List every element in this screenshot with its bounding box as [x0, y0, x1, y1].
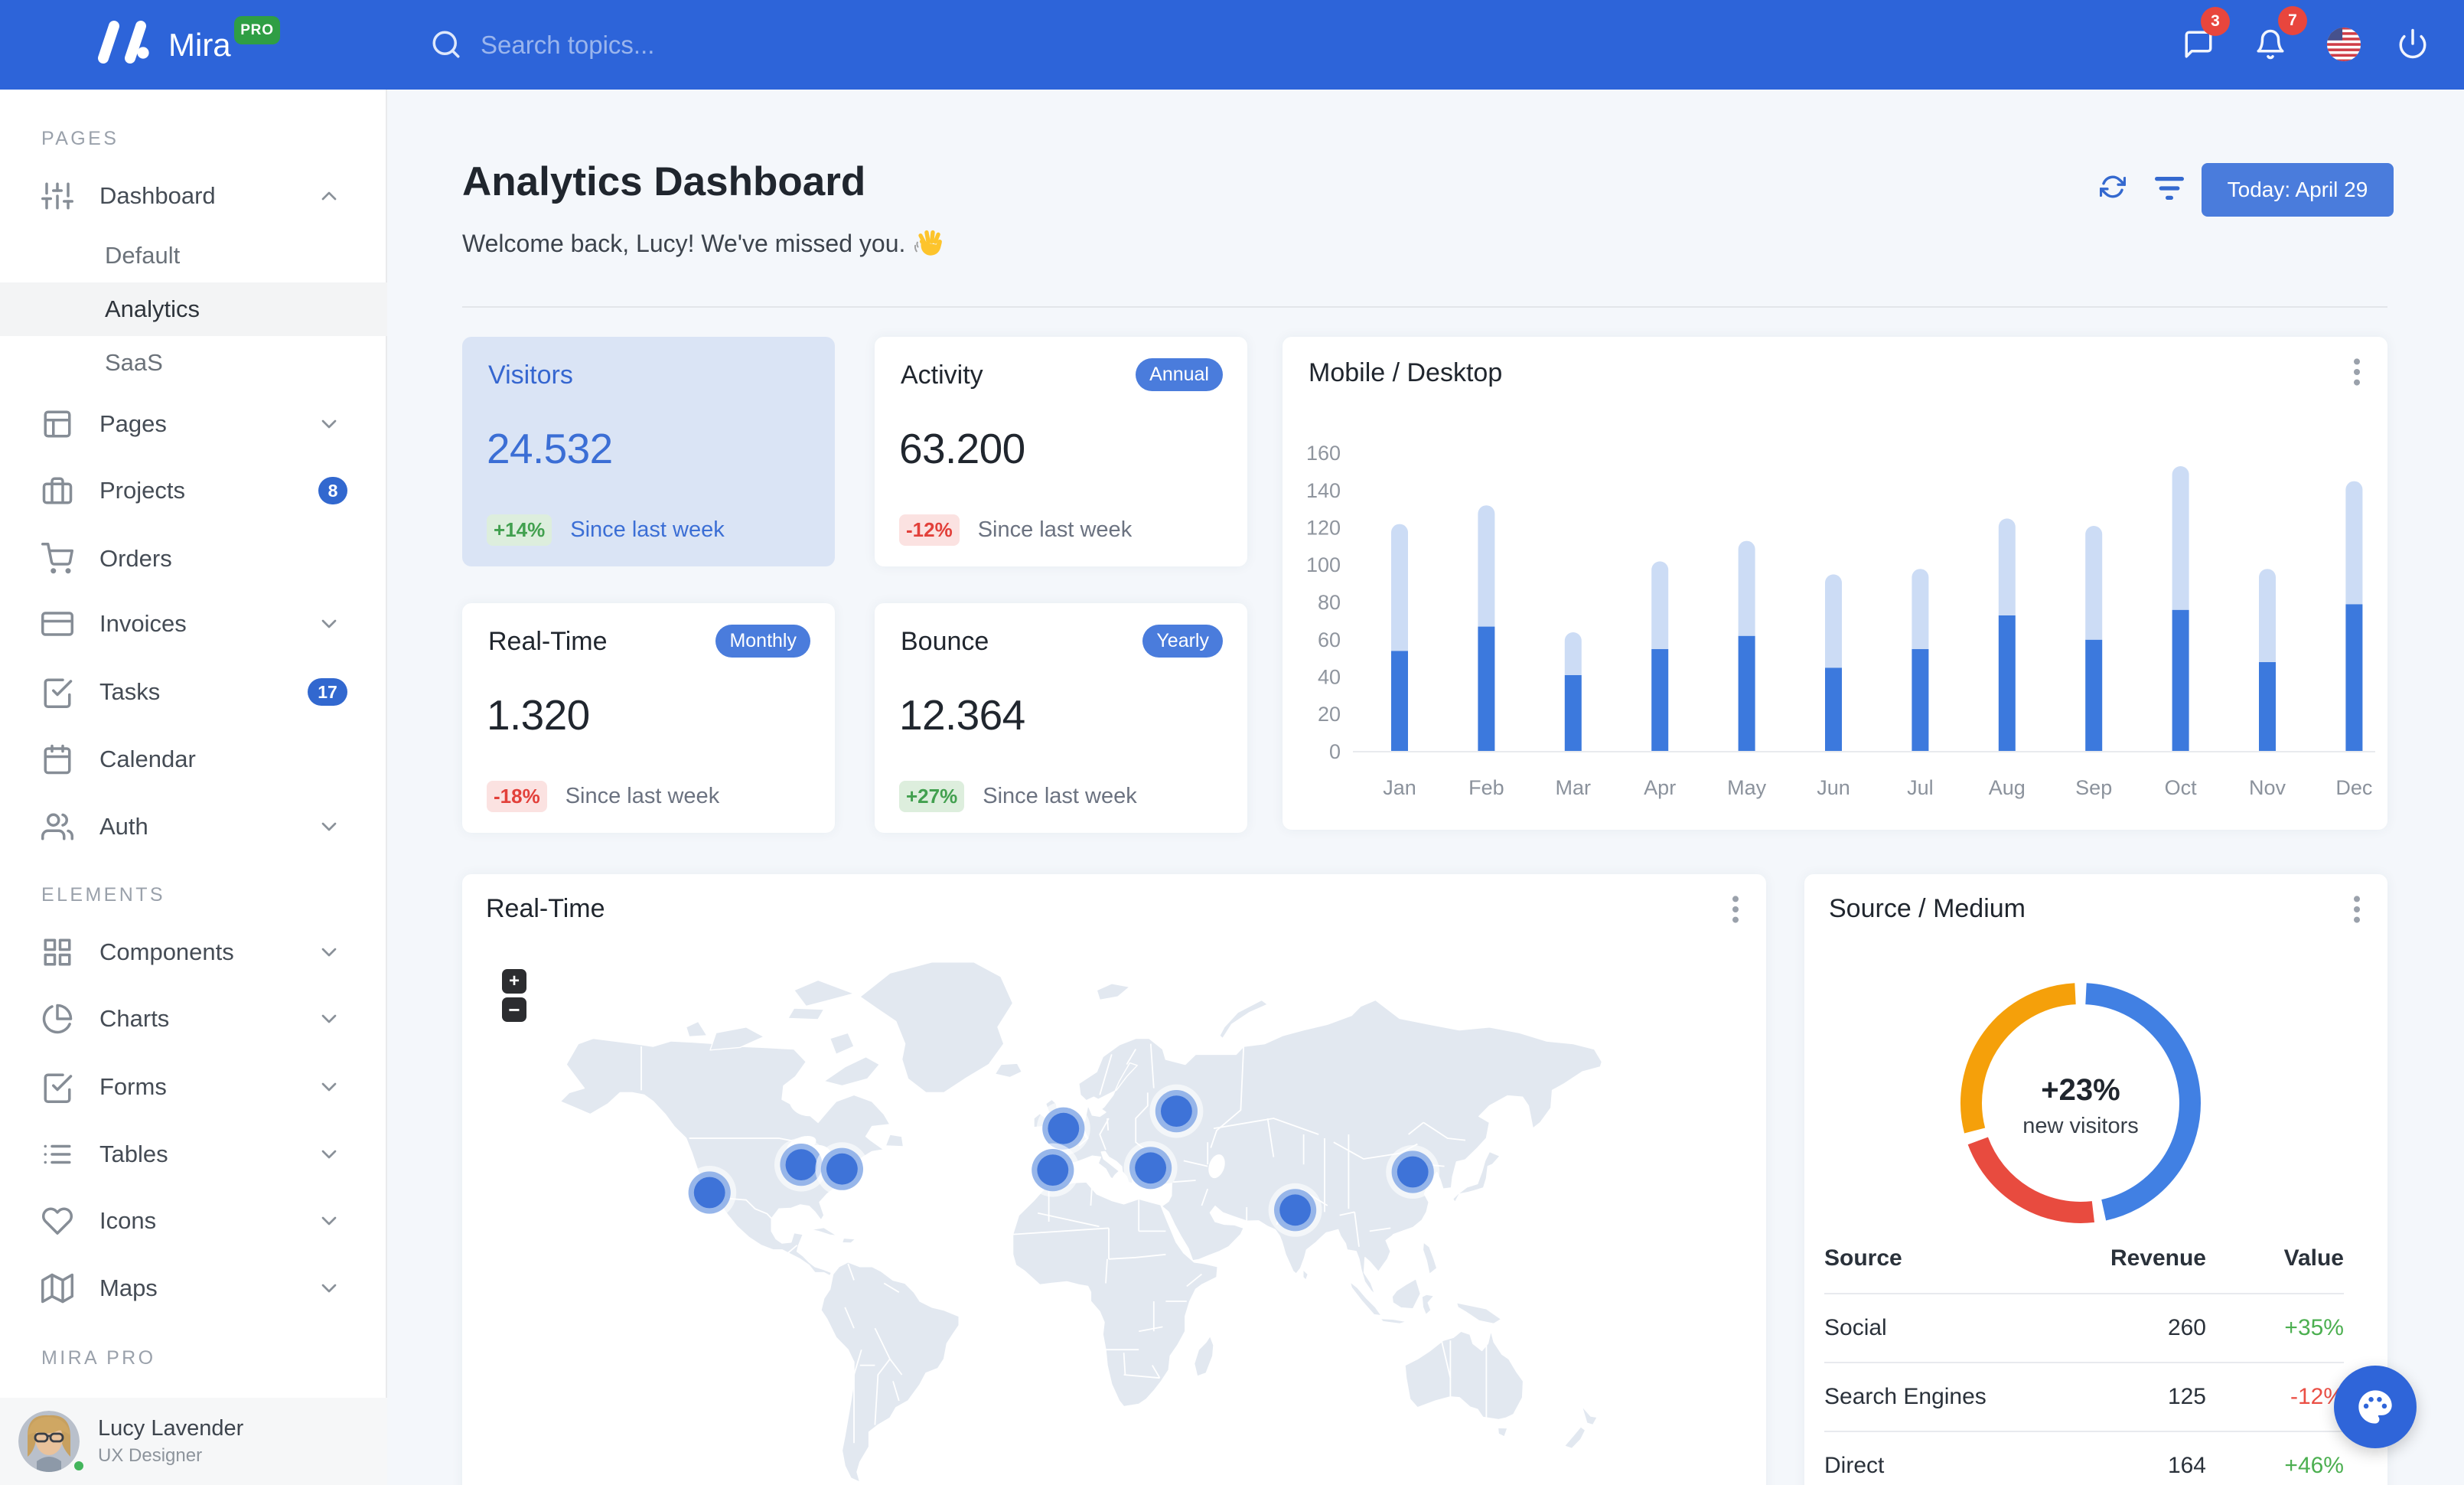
- svg-text:Sep: Sep: [2075, 776, 2112, 799]
- svg-text:Dec: Dec: [2335, 776, 2372, 799]
- svg-text:20: 20: [1318, 703, 1341, 726]
- svg-text:+23%: +23%: [2041, 1073, 2120, 1107]
- svg-text:80: 80: [1318, 591, 1341, 614]
- svg-text:0: 0: [1329, 740, 1341, 763]
- svg-text:Jun: Jun: [1817, 776, 1850, 799]
- svg-text:100: 100: [1306, 553, 1341, 576]
- svg-text:Aug: Aug: [1989, 776, 2026, 799]
- svg-text:new visitors: new visitors: [2022, 1114, 2139, 1138]
- svg-text:120: 120: [1306, 516, 1341, 539]
- svg-text:Jan: Jan: [1383, 776, 1416, 799]
- svg-text:Nov: Nov: [2249, 776, 2286, 799]
- svg-text:Mar: Mar: [1556, 776, 1592, 799]
- svg-text:40: 40: [1318, 666, 1341, 689]
- svg-text:Feb: Feb: [1468, 776, 1504, 799]
- svg-text:60: 60: [1318, 628, 1341, 651]
- svg-text:Oct: Oct: [2165, 776, 2198, 799]
- svg-text:160: 160: [1306, 442, 1341, 465]
- svg-text:Jul: Jul: [1907, 776, 1934, 799]
- svg-text:Apr: Apr: [1644, 776, 1676, 799]
- svg-text:May: May: [1727, 776, 1767, 799]
- svg-text:140: 140: [1306, 479, 1341, 502]
